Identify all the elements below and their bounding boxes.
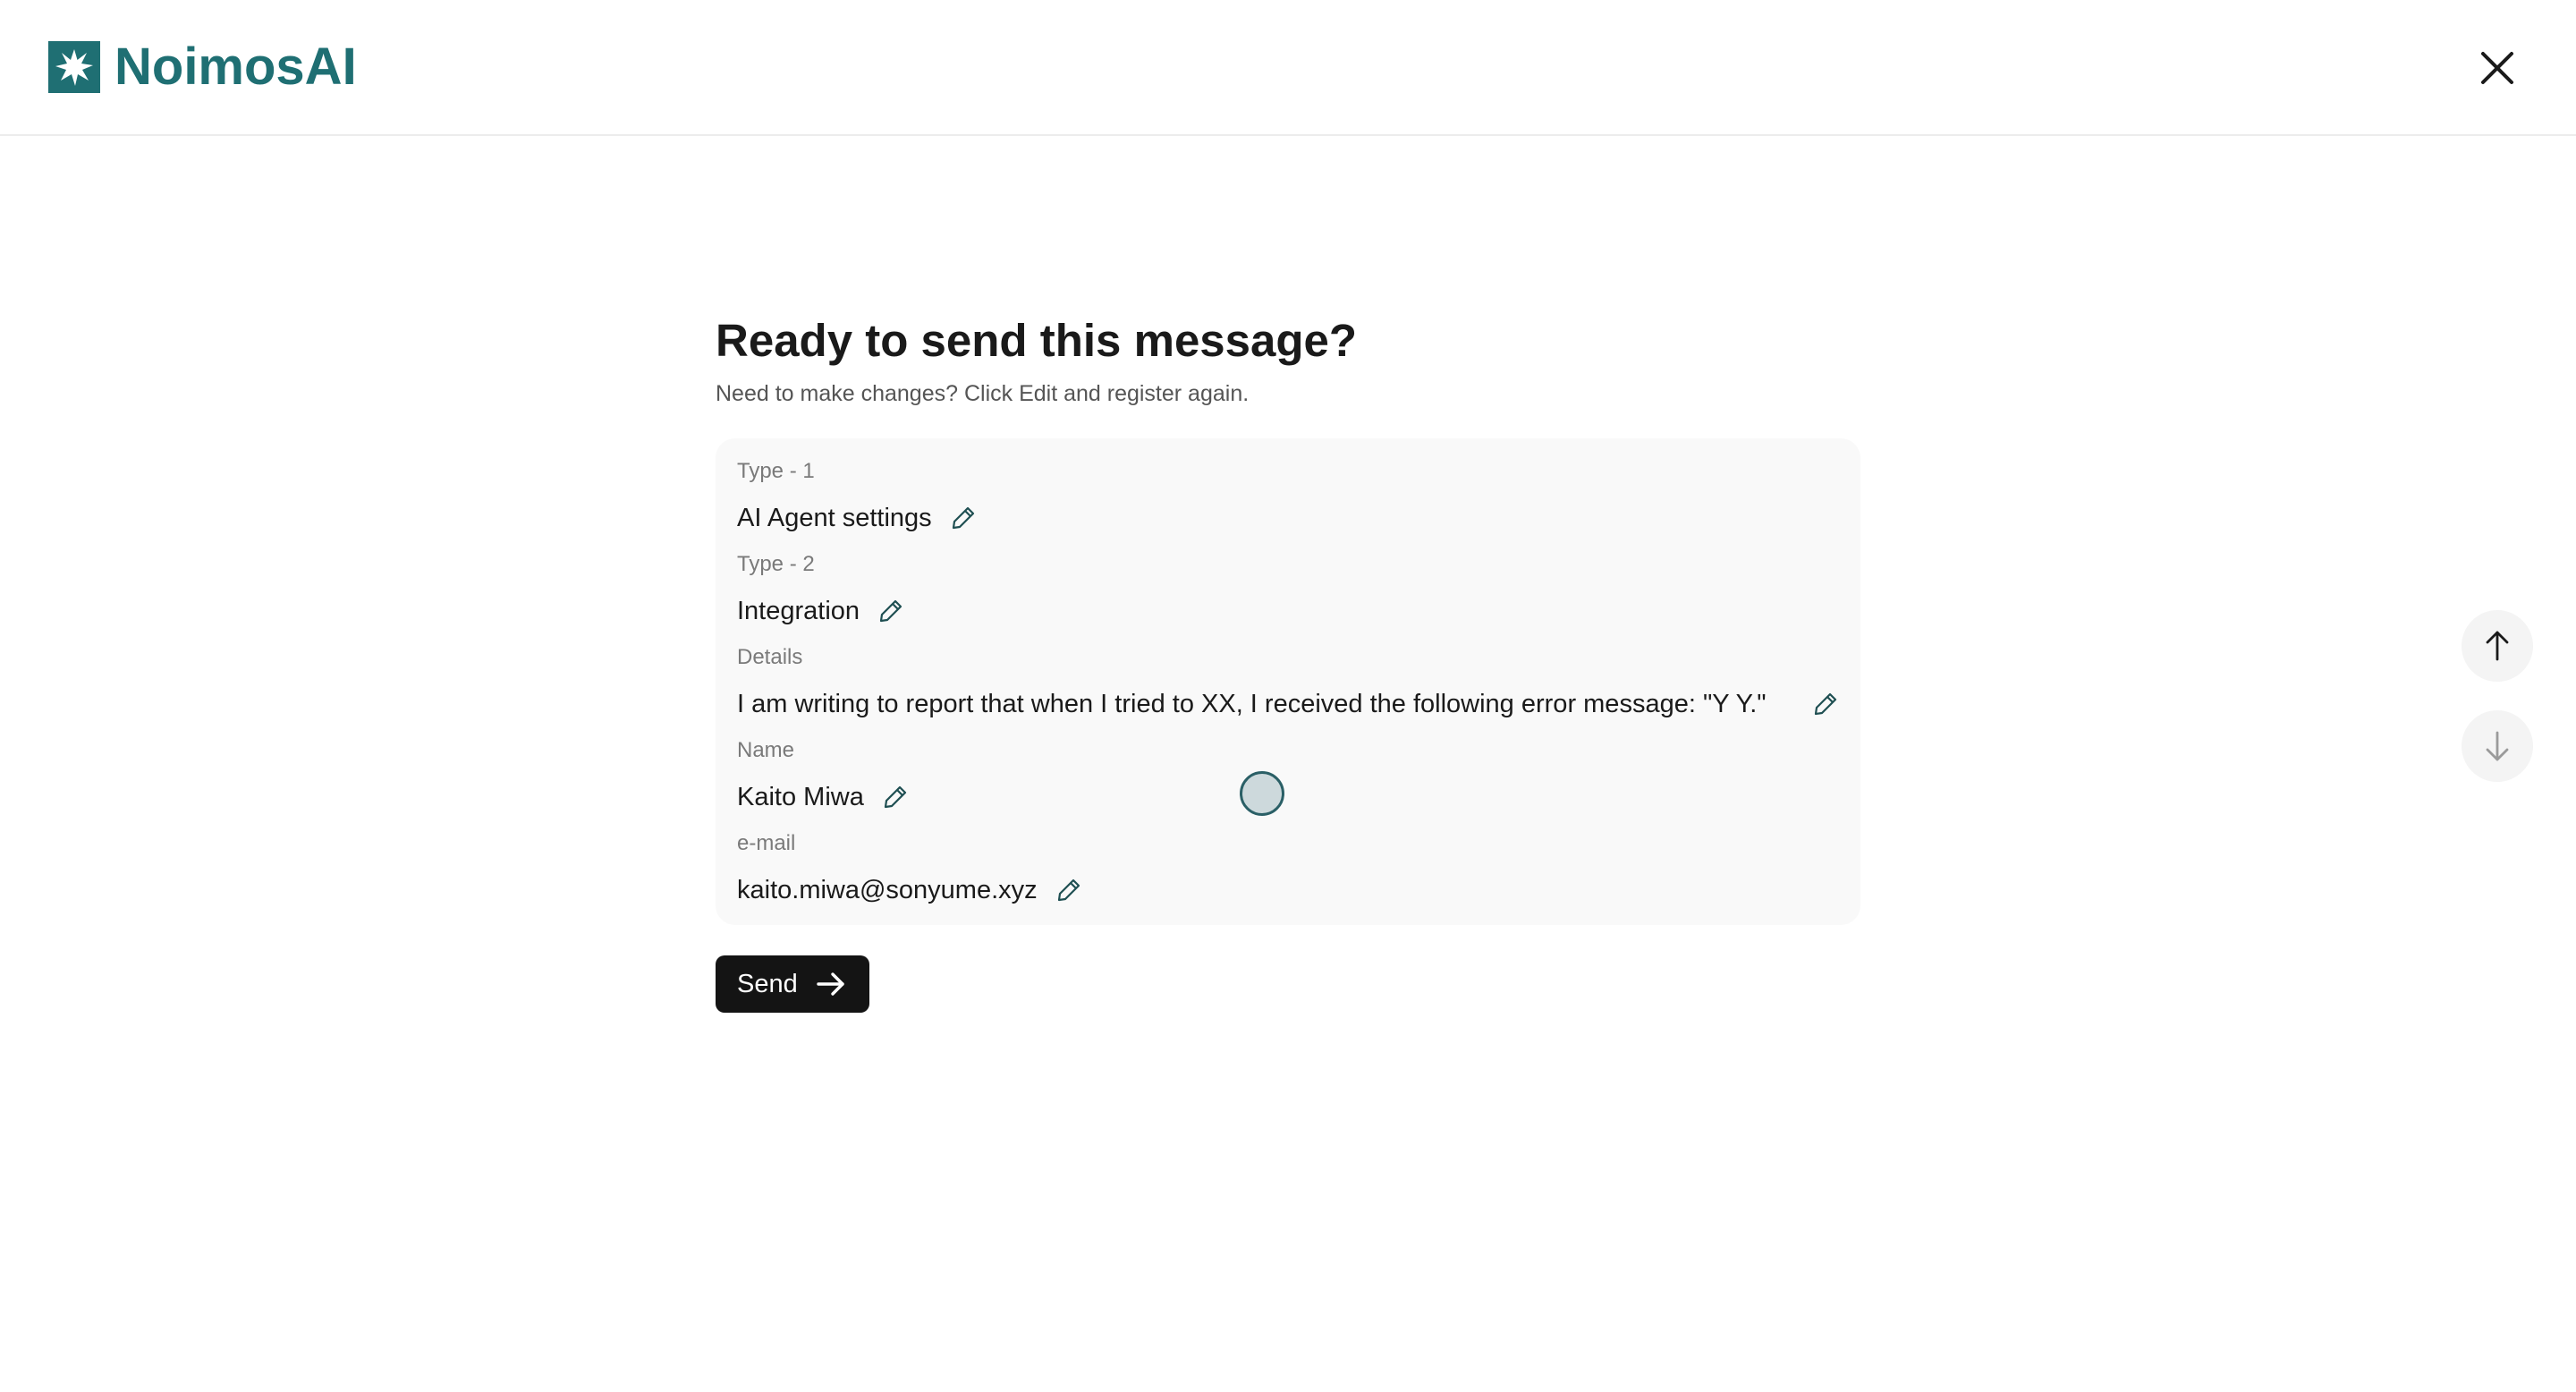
confirmation-panel: Ready to send this message? Need to make… — [716, 313, 1860, 1013]
close-icon[interactable] — [2479, 50, 2515, 86]
app-header: NoimosAI — [0, 0, 2576, 136]
pencil-icon[interactable] — [1812, 691, 1839, 717]
field-label: Type - 1 — [737, 459, 815, 483]
field-details: Details I am writing to report that when… — [737, 642, 1839, 723]
field-type-2: Type - 2 Integration — [737, 549, 1839, 630]
scroll-up-button[interactable] — [2462, 610, 2533, 682]
field-email: e-mail kaito.miwa@sonyume.xyz — [737, 828, 1839, 909]
field-label: e-mail — [737, 831, 796, 855]
arrow-down-icon — [2486, 731, 2509, 761]
scroll-down-button[interactable] — [2462, 710, 2533, 782]
burst-logo-icon — [48, 41, 100, 93]
field-value: Integration — [737, 597, 860, 625]
field-value: AI Agent settings — [737, 504, 932, 532]
field-label: Details — [737, 645, 803, 669]
pencil-icon[interactable] — [1055, 877, 1082, 904]
arrow-up-icon — [2486, 631, 2509, 661]
send-button-label: Send — [737, 969, 798, 998]
pencil-icon[interactable] — [877, 598, 904, 624]
field-value: Kaito Miwa — [737, 783, 864, 811]
arrow-right-icon — [817, 972, 844, 996]
summary-card: Type - 1 AI Agent settings Type - 2 Inte… — [716, 438, 1860, 925]
pointer-indicator — [1240, 771, 1284, 816]
field-type-1: Type - 1 AI Agent settings — [737, 456, 1839, 537]
page-subtitle: Need to make changes? Click Edit and reg… — [716, 381, 1250, 406]
field-value: kaito.miwa@sonyume.xyz — [737, 876, 1038, 904]
field-value: I am writing to report that when I tried… — [737, 690, 1767, 718]
pencil-icon[interactable] — [950, 505, 977, 531]
pencil-icon[interactable] — [882, 784, 909, 811]
brand-logo[interactable]: NoimosAI — [48, 41, 357, 93]
field-label: Name — [737, 738, 795, 762]
field-label: Type - 2 — [737, 552, 815, 576]
send-button[interactable]: Send — [716, 955, 869, 1013]
page-title: Ready to send this message? — [716, 315, 1358, 366]
brand-name: NoimosAI — [114, 38, 357, 96]
field-name: Name Kaito Miwa — [737, 735, 1839, 816]
